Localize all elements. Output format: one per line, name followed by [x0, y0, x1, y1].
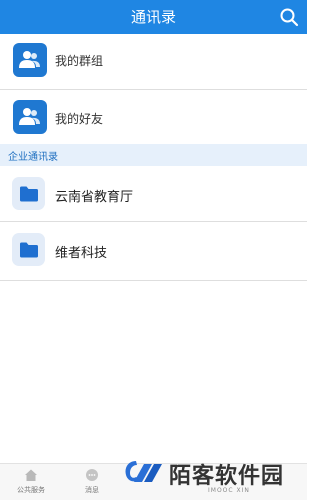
tab-messages[interactable]: 消息	[72, 468, 112, 498]
tab-label: 消息	[85, 486, 99, 494]
empty-area	[0, 281, 307, 463]
page-title: 通讯录	[130, 8, 176, 26]
folder-icon	[12, 233, 45, 266]
list-item-my-groups[interactable]: 我的群组	[0, 36, 307, 83]
watermark-text: 陌客软件园	[169, 463, 285, 489]
watermark-subtext: IMOOC XIN	[208, 487, 250, 494]
section-header-enterprise-contacts: 企业通讯录	[0, 144, 307, 166]
search-icon[interactable]	[279, 7, 299, 27]
my-friends-label: 我的好友	[55, 112, 104, 126]
folder-icon	[12, 177, 45, 210]
tab-label: 公共服务	[17, 486, 45, 494]
list-item-org[interactable]: 维者科技	[0, 222, 307, 280]
org-label: 云南省教育厅	[55, 190, 134, 205]
home-icon	[25, 469, 37, 481]
watermark-logo-icon	[125, 461, 162, 482]
list-item-my-friends[interactable]: 我的好友	[0, 92, 307, 142]
contacts-icon	[13, 43, 47, 77]
list-item-org[interactable]: 云南省教育厅	[0, 167, 307, 221]
org-label: 维者科技	[55, 246, 108, 261]
my-groups-label: 我的群组	[55, 54, 104, 68]
tab-public-services[interactable]: 公共服务	[11, 468, 51, 498]
chat-icon	[86, 469, 98, 481]
contacts-icon	[13, 100, 47, 134]
section-label: 企业通讯录	[8, 152, 58, 163]
watermark: 陌客软件园 IMOOC XIN	[122, 452, 307, 500]
divider	[0, 89, 307, 90]
top-bar: 通讯录	[0, 0, 307, 34]
